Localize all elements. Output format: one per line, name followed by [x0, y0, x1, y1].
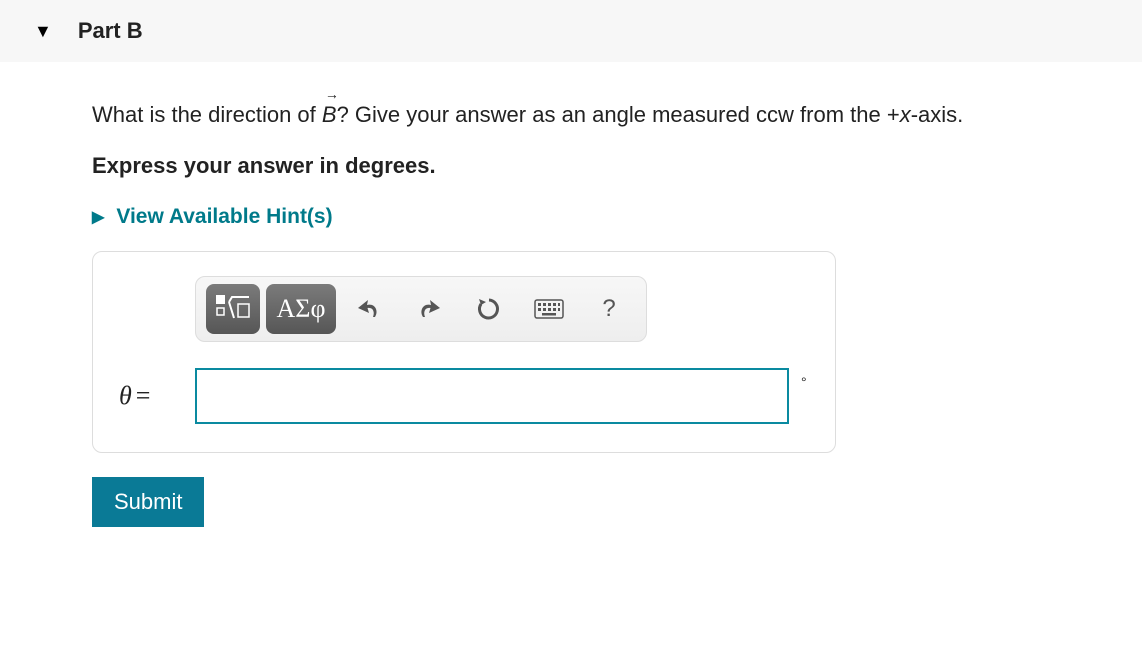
content-area: What is the direction of → B ? Give your… [0, 62, 1100, 567]
question-suffix: ? Give your answer as an angle measured … [337, 102, 887, 127]
undo-button[interactable] [342, 284, 396, 334]
answer-variable-label: θ= [117, 381, 181, 411]
part-header[interactable]: ▼ Part B [0, 0, 1142, 62]
undo-icon [355, 297, 383, 321]
reset-button[interactable] [462, 284, 516, 334]
axis-letter: x [900, 102, 911, 127]
templates-icon [215, 294, 251, 324]
plus-sign: + [887, 102, 900, 127]
vector-arrow-icon: → [325, 84, 339, 105]
view-hints-toggle[interactable]: ▶ View Available Hint(s) [92, 205, 1100, 229]
answer-input[interactable] [195, 368, 789, 424]
keyboard-button[interactable] [522, 284, 576, 334]
theta-symbol: θ [119, 381, 132, 410]
question-prefix: What is the direction of [92, 102, 322, 127]
answer-box: ΑΣφ [92, 251, 836, 453]
templates-button[interactable] [206, 284, 260, 334]
answer-input-row: θ= ° [117, 368, 811, 424]
submit-button[interactable]: Submit [92, 477, 204, 527]
help-button[interactable]: ? [582, 284, 636, 334]
help-label: ? [602, 295, 615, 323]
equals-sign: = [136, 381, 151, 410]
expand-triangle-icon: ▶ [92, 207, 104, 227]
redo-button[interactable] [402, 284, 456, 334]
unit-degree: ° [801, 374, 807, 390]
part-title: Part B [78, 18, 143, 44]
redo-icon [415, 297, 443, 321]
hints-label: View Available Hint(s) [116, 205, 332, 229]
instruction-text: Express your answer in degrees. [92, 153, 1100, 179]
question-text: What is the direction of → B ? Give your… [92, 98, 1100, 131]
vector-B: → B [322, 98, 337, 131]
symbols-label: ΑΣφ [277, 294, 326, 324]
axis-suffix: -axis. [911, 102, 964, 127]
equation-toolbar: ΑΣφ [195, 276, 647, 342]
keyboard-icon [534, 299, 564, 319]
vector-letter: B [322, 102, 337, 127]
collapse-triangle-icon: ▼ [34, 21, 52, 42]
reset-icon [476, 296, 502, 322]
plus-x-axis: +x [887, 102, 911, 127]
symbols-button[interactable]: ΑΣφ [266, 284, 336, 334]
